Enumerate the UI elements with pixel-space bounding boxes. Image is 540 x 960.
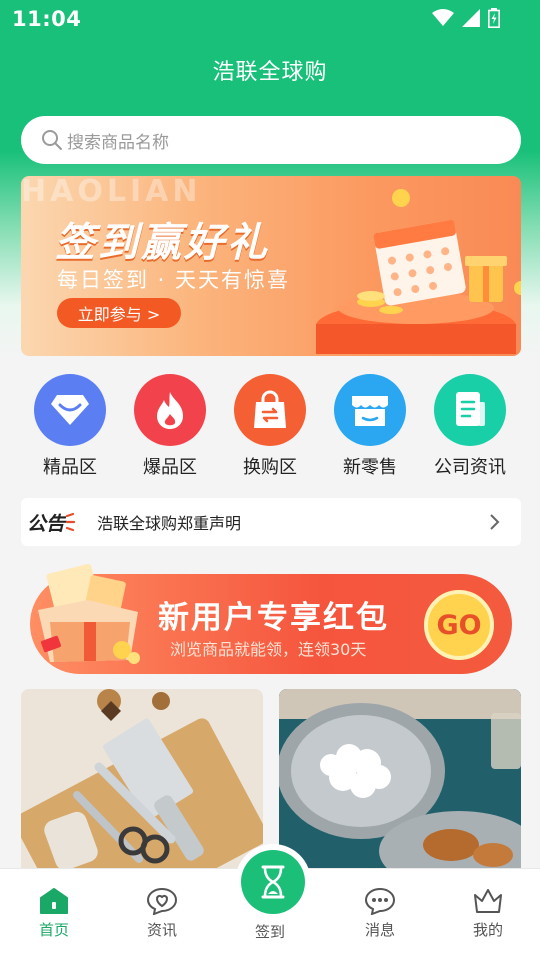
search-icon xyxy=(42,130,62,150)
chevron-right-icon xyxy=(490,514,500,530)
promo-title: 新用户专享红包 xyxy=(158,600,389,636)
store-icon xyxy=(352,396,388,426)
category-xinlingshou[interactable]: 新零售 xyxy=(320,374,420,479)
gift-box-illustration xyxy=(38,564,140,664)
category-label: 换购区 xyxy=(243,457,297,478)
category-grid: 精品区 爆品区 换购区 新零售 公司资讯 xyxy=(20,374,520,479)
signal-icon xyxy=(462,9,480,27)
notice-badge: 公告 xyxy=(27,512,66,535)
product-card-kitchen-knives[interactable] xyxy=(21,689,263,879)
checkin-banner[interactable]: HAOLIAN 签到赢好礼 每日签到 · 天天有惊喜 立即参与 > xyxy=(21,176,521,356)
tab-home[interactable]: 首页 xyxy=(14,887,94,940)
battery-icon xyxy=(488,8,500,28)
document-icon xyxy=(456,392,485,426)
search-placeholder: 搜索商品名称 xyxy=(67,132,169,153)
category-icon-circle xyxy=(134,374,206,446)
message-icon xyxy=(364,887,396,915)
product-card-steamer[interactable] xyxy=(279,689,521,879)
category-icon-circle xyxy=(234,374,306,446)
tab-label: 签到 xyxy=(254,923,285,941)
tab-checkin-label[interactable]: 签到 xyxy=(230,921,310,942)
banner-title: 签到赢好礼 xyxy=(55,220,270,266)
promo-subtitle: 浏览商品就能领，连领30天 xyxy=(170,640,367,659)
wifi-icon xyxy=(432,9,454,26)
status-bar: 11:04 xyxy=(0,0,540,38)
announcement-icon xyxy=(65,512,76,532)
category-huangou[interactable]: 换购区 xyxy=(220,374,320,479)
product-image xyxy=(21,689,263,879)
tab-label: 首页 xyxy=(38,921,69,939)
search-input[interactable]: 搜索商品名称 xyxy=(21,116,521,164)
category-icon-circle xyxy=(334,374,406,446)
category-label: 新零售 xyxy=(343,457,397,478)
category-baopin[interactable]: 爆品区 xyxy=(120,374,220,479)
notice-text: 浩联全球购郑重声明 xyxy=(97,514,242,533)
category-gongsizixun[interactable]: 公司资讯 xyxy=(420,374,520,479)
diamond-icon xyxy=(51,395,89,425)
exchange-bag-icon xyxy=(254,390,286,428)
tab-news[interactable]: 资讯 xyxy=(122,887,202,940)
heart-chat-icon xyxy=(146,887,178,915)
category-label: 公司资讯 xyxy=(434,457,506,478)
tab-mine[interactable]: 我的 xyxy=(448,887,528,940)
home-icon xyxy=(40,888,68,914)
status-icons xyxy=(432,7,500,29)
category-icon-circle xyxy=(34,374,106,446)
checkin-center-button[interactable] xyxy=(235,844,311,920)
go-button[interactable]: GO xyxy=(424,590,494,660)
product-image xyxy=(279,689,521,879)
hourglass-icon xyxy=(261,865,285,899)
checkin-button-circle xyxy=(241,850,305,914)
notice-bar[interactable]: 公告 浩联全球购郑重声明 xyxy=(21,498,521,546)
flame-icon xyxy=(157,392,183,429)
banner-subtitle: 每日签到 · 天天有惊喜 xyxy=(57,268,291,292)
page-title: 浩联全球购 xyxy=(212,60,328,85)
join-button[interactable]: 立即参与 > xyxy=(57,298,181,328)
category-icon-circle xyxy=(434,374,506,446)
new-user-redpacket-banner[interactable]: 新用户专享红包 浏览商品就能领，连领30天 GO xyxy=(30,564,512,674)
category-jingpin[interactable]: 精品区 xyxy=(20,374,120,479)
status-time: 11:04 xyxy=(12,7,82,31)
category-label: 精品区 xyxy=(43,457,97,478)
tab-label: 我的 xyxy=(472,921,503,939)
category-label: 爆品区 xyxy=(143,457,197,478)
banner-watermark: HAOLIAN xyxy=(21,176,202,209)
crown-icon xyxy=(474,889,502,913)
tab-label: 消息 xyxy=(364,921,395,939)
tab-label: 资讯 xyxy=(146,921,177,939)
tab-messages[interactable]: 消息 xyxy=(340,887,420,940)
calendar-gift-illustration xyxy=(316,189,521,354)
